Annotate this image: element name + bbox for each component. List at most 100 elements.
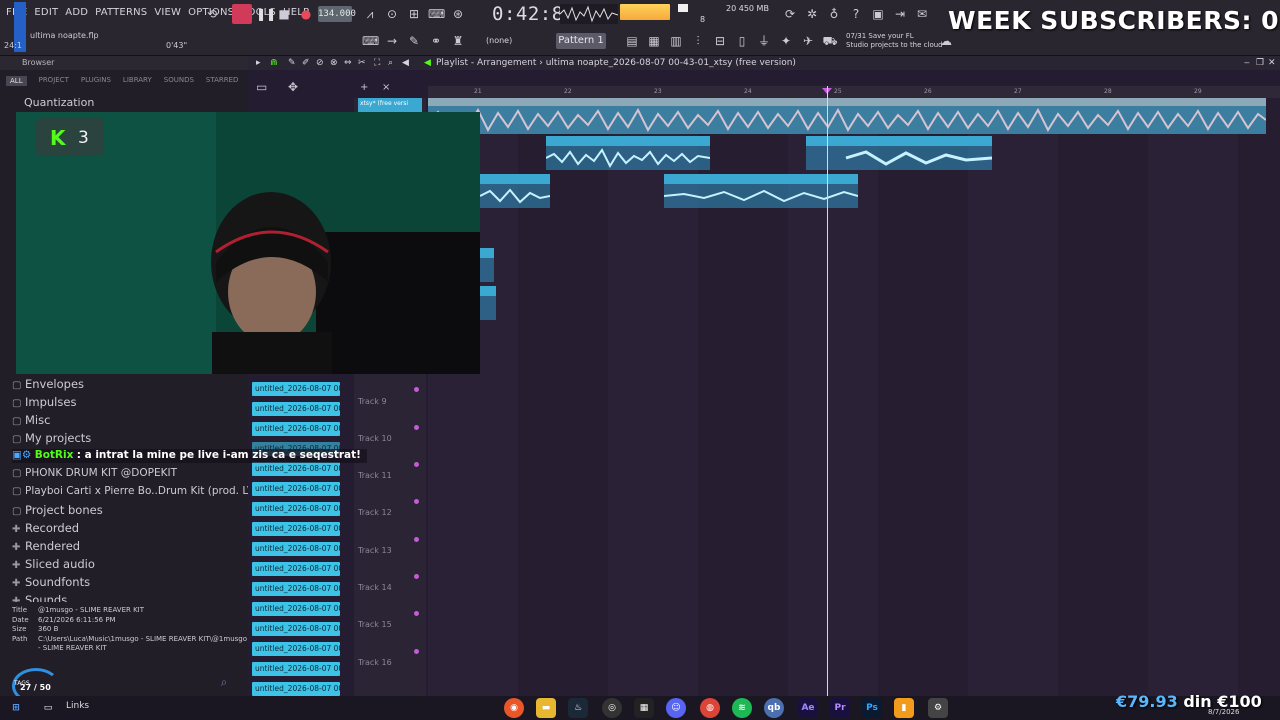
track-label[interactable]: Track 14: [358, 583, 392, 592]
track-label[interactable]: Track 15: [358, 620, 392, 629]
channel-button[interactable]: untitled_2026-08-07 00-...: [252, 422, 340, 436]
audio-clip[interactable]: ultima noapte_2026-08-07 00-43-03_xtsy (…: [664, 174, 858, 208]
channel-button[interactable]: untitled_2026-08-07 00-...: [252, 502, 340, 516]
browser-item-impulses[interactable]: ▢ Impulses: [12, 395, 76, 409]
links-toolbar[interactable]: Links: [66, 701, 89, 711]
channel-button[interactable]: untitled_2026-08-07 00-...: [252, 542, 340, 556]
export-icon[interactable]: ⇥: [892, 6, 908, 22]
piano-roll-icon[interactable]: ▥: [668, 33, 684, 49]
arrow-icon[interactable]: ▸: [256, 56, 261, 70]
browser-item-envelopes[interactable]: ▢ Envelopes: [12, 377, 84, 391]
slice-tool-icon[interactable]: ✂: [358, 56, 366, 70]
audio-clip[interactable]: on): [480, 248, 494, 282]
track-label[interactable]: Track 9: [358, 397, 387, 406]
audio-clip[interactable]: sion): [480, 286, 496, 320]
tempo-display[interactable]: 134.000: [318, 6, 356, 22]
track-label[interactable]: Track 13: [358, 546, 392, 555]
pattern-selector[interactable]: Pattern 1: [556, 33, 606, 49]
metronome-icon[interactable]: ⩘: [362, 6, 378, 22]
magnet-icon[interactable]: ⋒: [270, 56, 278, 70]
browser-item-sounds[interactable]: ✚ Sounds: [12, 593, 67, 602]
browser-item-recorded[interactable]: ✚ Recorded: [12, 521, 79, 535]
channel-button[interactable]: untitled_2026-08-07 00-...: [252, 522, 340, 536]
track-mute-dot[interactable]: [414, 537, 419, 542]
news-ticker[interactable]: 07/31 Save your FL Studio projects to th…: [846, 32, 943, 50]
audio-clip-master[interactable]: [FREE] IDK x OSCAR Type Beat - ULTIMA NO…: [428, 98, 1266, 134]
mixer-icon[interactable]: ⫶: [690, 33, 706, 49]
chat-icon[interactable]: ✉: [914, 6, 930, 22]
save-icon[interactable]: ▣: [870, 6, 886, 22]
menu-view[interactable]: VIEW: [154, 7, 181, 18]
remove-icon[interactable]: ×: [382, 82, 390, 93]
pointer-icon[interactable]: ✦: [778, 33, 794, 49]
channel-button[interactable]: untitled_2026-08-07 00-...: [252, 622, 340, 636]
refresh-icon[interactable]: ⟳: [782, 6, 798, 22]
cloud-icon[interactable]: ☁: [938, 33, 954, 49]
pattern-song-toggle[interactable]: [232, 4, 252, 24]
track-mute-dot[interactable]: [414, 499, 419, 504]
delete-tool-icon[interactable]: ⊘: [316, 56, 324, 70]
plug-icon[interactable]: ⏚: [756, 33, 772, 49]
menu-patterns[interactable]: PATTERNS: [95, 7, 147, 18]
browser-item-project-bones[interactable]: ▢ Project bones: [12, 503, 103, 517]
stamp-icon[interactable]: ♜: [450, 33, 466, 49]
track-mute-dot[interactable]: [414, 649, 419, 654]
channel-button[interactable]: untitled_2026-08-07 00-...: [252, 482, 340, 496]
track-label[interactable]: Track 11: [358, 471, 392, 480]
tools-icon[interactable]: ✲: [804, 6, 820, 22]
menu-add[interactable]: ADD: [65, 7, 88, 18]
channel-rack-icon[interactable]: ▦: [646, 33, 662, 49]
record-icon[interactable]: ●: [298, 6, 314, 22]
firefox-icon[interactable]: ◉: [504, 698, 524, 718]
browser-item-misc[interactable]: ▢ Misc: [12, 413, 50, 427]
track-mute-dot[interactable]: [414, 462, 419, 467]
tab-starred[interactable]: STARRED: [206, 76, 239, 86]
maximize-icon[interactable]: ❐: [1256, 56, 1264, 70]
playhead-line[interactable]: [827, 86, 828, 696]
track-mute-dot[interactable]: [414, 387, 419, 392]
playback-tool-icon[interactable]: ◀: [402, 56, 409, 70]
after-effects-icon[interactable]: Ae: [798, 698, 818, 718]
steam-icon[interactable]: ♨: [568, 698, 588, 718]
channel-button[interactable]: untitled_2026-08-07 00-...: [252, 462, 340, 476]
channel-button[interactable]: untitled_2026-08-07 00-...: [252, 562, 340, 576]
channel-button[interactable]: untitled_2026-08-07 00-...: [252, 682, 340, 696]
stop-icon[interactable]: ■: [276, 6, 292, 22]
channel-button[interactable]: untitled_2026-08-07 00-...: [252, 582, 340, 596]
close-icon[interactable]: ✕: [1268, 56, 1276, 70]
snap-select[interactable]: (none): [486, 36, 512, 45]
cart-icon[interactable]: ⛟: [822, 33, 838, 49]
song-icon[interactable]: ◀: [424, 56, 431, 70]
tab-sounds[interactable]: SOUNDS: [164, 76, 194, 86]
menu-icon[interactable]: ▭: [256, 80, 267, 94]
browser-item-sliced-audio[interactable]: ✚ Sliced audio: [12, 557, 95, 571]
premiere-icon[interactable]: Pr: [830, 698, 850, 718]
arrow-right-icon[interactable]: →: [384, 33, 400, 49]
file-icon[interactable]: ▯: [734, 33, 750, 49]
explorer-icon[interactable]: ▬: [536, 698, 556, 718]
channel-button[interactable]: untitled_2026-08-07 00-...: [252, 382, 340, 396]
loop-icon[interactable]: ⟲: [204, 6, 220, 22]
browser-item-my-projects[interactable]: ▢ My projects: [12, 431, 91, 445]
windows-start-icon[interactable]: ⊞: [6, 698, 26, 718]
tab-all[interactable]: ALL: [6, 76, 27, 86]
app-icon[interactable]: ⚙: [928, 698, 948, 718]
calculator-icon[interactable]: ▦: [634, 698, 654, 718]
audio-clip[interactable]: ultima noapte_2026-08-0..8-37_xtsy (free…: [546, 136, 710, 170]
discord-icon[interactable]: ☺: [666, 698, 686, 718]
flstudio-taskbar-icon[interactable]: ▮: [894, 698, 914, 718]
channel-button[interactable]: untitled_2026-08-07 00-...: [252, 642, 340, 656]
wait-icon[interactable]: ⊙: [384, 6, 400, 22]
track-label[interactable]: Track 12: [358, 508, 392, 517]
track-mute-dot[interactable]: [414, 574, 419, 579]
pencil-tool-icon[interactable]: ✎: [288, 56, 296, 70]
audio-clip[interactable]: ultima noapte_2026-08-07 00-43-13_xtsy (…: [806, 136, 992, 170]
browser-item-phonk-kit[interactable]: ▢ PHONK DRUM KIT @DOPEKIT: [12, 467, 177, 479]
bird-icon[interactable]: ✈: [800, 33, 816, 49]
browser-item-quantization[interactable]: Quantization: [24, 96, 94, 109]
help-icon[interactable]: ?: [848, 6, 864, 22]
track-label[interactable]: Track 16: [358, 658, 392, 667]
countdown-icon[interactable]: ⊞: [406, 6, 422, 22]
browser-item-rendered[interactable]: ✚ Rendered: [12, 539, 80, 553]
obs-icon[interactable]: ◎: [602, 698, 622, 718]
